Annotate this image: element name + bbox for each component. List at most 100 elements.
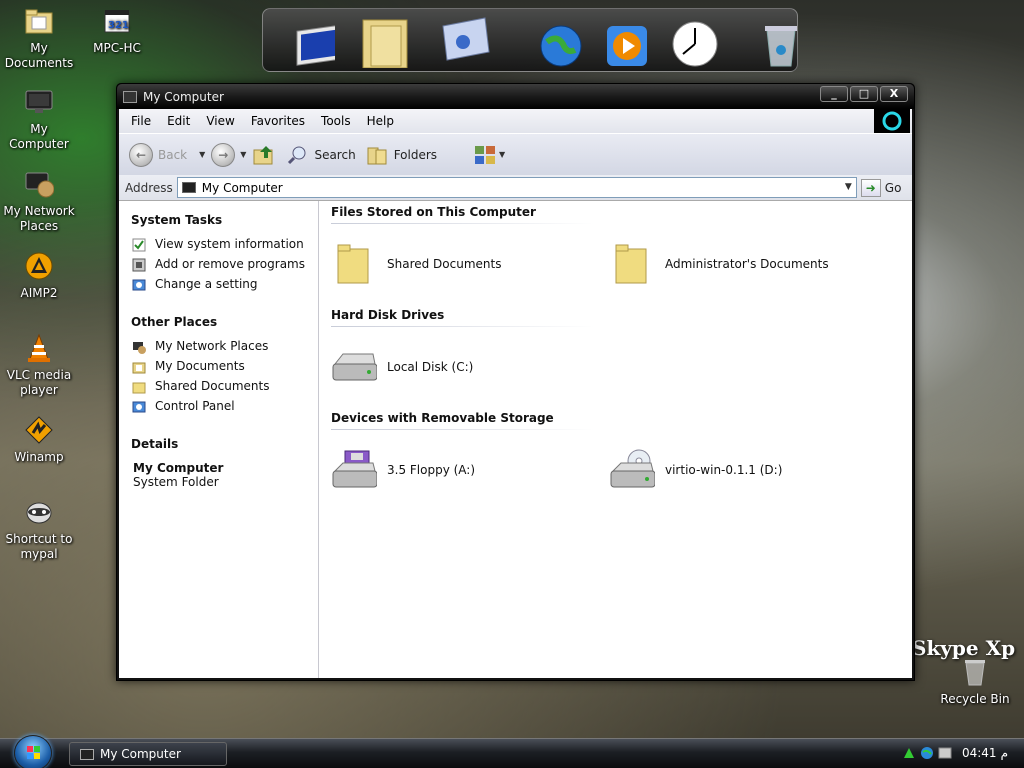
search-button[interactable]: Search	[286, 144, 356, 166]
trash-icon[interactable]	[763, 12, 799, 68]
system-tasks-title[interactable]: System Tasks	[131, 213, 318, 227]
address-dropdown-icon[interactable]: ▼	[845, 182, 852, 192]
desktop-icon-label: AIMP2	[20, 286, 58, 300]
go-button[interactable]: ➜ Go	[860, 178, 901, 197]
dock-computer-icon[interactable]	[277, 12, 335, 68]
back-arrow-icon: ←	[129, 142, 153, 167]
task-label: Add or remove programs	[155, 257, 305, 271]
toolbar: ← Back ▼ → ▼ Search Folders ▼	[119, 133, 912, 175]
place-control-panel[interactable]: Control Panel	[131, 399, 318, 415]
item-shared-documents[interactable]: Shared Documents	[331, 241, 609, 287]
details-title[interactable]: Details	[131, 437, 318, 451]
place-shared-documents[interactable]: Shared Documents	[131, 379, 318, 395]
desktop-icon-label: Recycle Bin	[940, 692, 1010, 706]
search-icon	[288, 146, 306, 164]
menu-file[interactable]: File	[123, 114, 159, 128]
checklist-icon	[131, 237, 147, 253]
desktop-icon-recycle-bin[interactable]: Recycle Bin	[937, 656, 1013, 707]
group-header: Devices with Removable Storage	[331, 411, 593, 430]
globe-icon[interactable]	[539, 12, 583, 68]
windows-brand-icon	[874, 109, 910, 133]
desktop-icon-label: My Network Places	[3, 204, 75, 233]
search-label: Search	[314, 147, 356, 162]
desktop-icon-mpc-hc[interactable]: 321 MPC-HC	[79, 5, 155, 56]
back-button[interactable]: ← Back	[129, 142, 188, 167]
item-cd-drive-d[interactable]: virtio-win-0.1.1 (D:)	[609, 447, 887, 493]
other-places-title[interactable]: Other Places	[131, 315, 318, 329]
item-local-disk-c[interactable]: Local Disk (C:)	[331, 344, 609, 390]
group-header: Hard Disk Drives	[331, 308, 593, 327]
menu-edit[interactable]: Edit	[159, 114, 198, 128]
globe-tray-icon[interactable]	[920, 746, 934, 760]
computer-icon	[80, 748, 94, 760]
item-label: 3.5 Floppy (A:)	[387, 463, 476, 477]
computer-icon	[23, 86, 55, 118]
views-icon	[475, 145, 496, 164]
desktop-icon-mypal[interactable]: Shortcut to mypal	[1, 496, 77, 562]
menu-help[interactable]: Help	[359, 114, 402, 128]
place-label: My Documents	[155, 359, 245, 373]
clock[interactable]: 04:41	[962, 746, 997, 760]
address-input[interactable]: My Computer ▼	[176, 177, 857, 198]
control-panel-icon	[131, 399, 147, 415]
desktop-icon-aimp2[interactable]: AIMP2	[1, 250, 77, 301]
minimize-button[interactable]: _	[820, 86, 848, 102]
group-header: Files Stored on This Computer	[331, 205, 593, 224]
maximize-button[interactable]: □	[850, 86, 878, 102]
group-items: Local Disk (C:)	[331, 327, 912, 407]
close-button[interactable]: X	[880, 86, 908, 102]
clock-icon[interactable]	[671, 12, 719, 68]
programs-icon	[131, 257, 147, 273]
menu-tools[interactable]: Tools	[313, 114, 359, 128]
dock-folder-icon[interactable]	[357, 12, 415, 68]
item-floppy-a[interactable]: 3.5 Floppy (A:)	[331, 447, 609, 493]
media-player-icon[interactable]	[605, 12, 649, 68]
desktop-icon-label: Winamp	[14, 450, 64, 464]
desktop-icon-label: VLC media player	[6, 368, 72, 397]
views-dropdown-icon: ▼	[499, 150, 506, 159]
speaker-icon[interactable]	[938, 746, 952, 760]
menu-view[interactable]: View	[198, 114, 242, 128]
network-icon	[131, 339, 147, 355]
taskbar-button-my-computer[interactable]: My Computer	[69, 742, 227, 766]
forward-dropdown-icon[interactable]: ▼	[240, 150, 246, 159]
mpc-icon: 321	[101, 5, 133, 37]
skype-xp-overlay: Skype Xp	[912, 636, 1016, 660]
place-my-network-places[interactable]: My Network Places	[131, 339, 318, 355]
network-tray-icon[interactable]	[902, 746, 916, 760]
back-label: Back	[158, 147, 188, 162]
forward-arrow-icon: →	[211, 142, 236, 167]
desktop-icon-label: MPC-HC	[93, 41, 141, 55]
vlc-cone-icon	[23, 332, 55, 364]
up-button[interactable]	[252, 144, 276, 166]
item-administrator-documents[interactable]: Administrator's Documents	[609, 241, 887, 287]
title-bar[interactable]: My Computer _ □ X	[117, 84, 914, 109]
task-add-remove-programs[interactable]: Add or remove programs	[131, 257, 318, 273]
task-change-setting[interactable]: Change a setting	[131, 277, 318, 293]
control-panel-icon	[131, 277, 147, 293]
desktop-icon-my-computer[interactable]: My Computer	[1, 86, 77, 152]
desktop-icon-my-network-places[interactable]: My Network Places	[1, 168, 77, 234]
menu-favorites[interactable]: Favorites	[243, 114, 313, 128]
views-button[interactable]: ▼	[473, 144, 511, 166]
menu-bar: File Edit View Favorites Tools Help	[119, 109, 912, 133]
system-tray: 04:41 م	[902, 746, 1008, 760]
taskbar: My Computer 04:41 م	[0, 735, 1024, 768]
desktop-icon-my-documents[interactable]: My Documents	[1, 5, 77, 71]
start-button[interactable]	[14, 735, 52, 768]
raccoon-icon	[23, 496, 55, 528]
folders-button[interactable]: Folders	[366, 144, 437, 166]
dock-control-panel-icon[interactable]	[437, 12, 495, 68]
back-dropdown-icon[interactable]: ▼	[199, 150, 205, 159]
details-type: System Folder	[133, 475, 219, 489]
folder-icon	[609, 241, 655, 287]
clock-suffix: م	[1000, 746, 1008, 760]
forward-button[interactable]: →	[211, 142, 240, 167]
desktop-icon-winamp[interactable]: Winamp	[1, 414, 77, 465]
computer-icon	[123, 90, 137, 103]
go-arrow-icon: ➜	[860, 178, 881, 197]
desktop-icon-vlc[interactable]: VLC media player	[1, 332, 77, 398]
task-view-system-info[interactable]: View system information	[131, 237, 318, 253]
cd-drive-icon	[609, 447, 655, 493]
place-my-documents[interactable]: My Documents	[131, 359, 318, 375]
